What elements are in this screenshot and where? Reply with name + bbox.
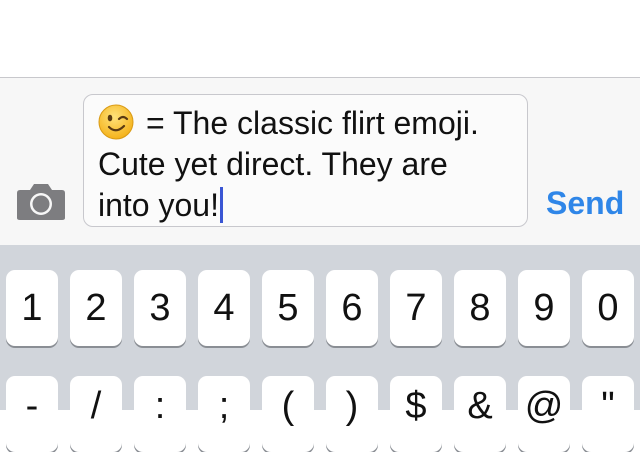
key-at[interactable]: @ <box>518 376 570 452</box>
key-5[interactable]: 5 <box>262 270 314 346</box>
key-dollar[interactable]: $ <box>390 376 442 452</box>
camera-icon <box>17 184 65 220</box>
key-4[interactable]: 4 <box>198 270 250 346</box>
message-line-1: = The classic flirt emoji. <box>146 105 479 141</box>
text-caret <box>219 187 223 223</box>
message-line-2: Cute yet direct. They are <box>98 146 448 182</box>
send-button[interactable]: Send <box>546 184 624 222</box>
key-semicolon[interactable]: ; <box>198 376 250 452</box>
conversation-area <box>0 0 640 78</box>
key-7[interactable]: 7 <box>390 270 442 346</box>
key-close-paren[interactable]: ) <box>326 376 378 452</box>
key-slash[interactable]: / <box>70 376 122 452</box>
key-6[interactable]: 6 <box>326 270 378 346</box>
message-input[interactable]: = The classic flirt emoji. Cute yet dire… <box>83 94 528 227</box>
key-3[interactable]: 3 <box>134 270 186 346</box>
key-colon[interactable]: : <box>134 376 186 452</box>
key-0[interactable]: 0 <box>582 270 634 346</box>
key-open-paren[interactable]: ( <box>262 376 314 452</box>
key-2[interactable]: 2 <box>70 270 122 346</box>
message-line-3: into you! <box>98 187 219 223</box>
key-1[interactable]: 1 <box>6 270 58 346</box>
key-8[interactable]: 8 <box>454 270 506 346</box>
key-ampersand[interactable]: & <box>454 376 506 452</box>
camera-button[interactable] <box>16 183 66 221</box>
key-9[interactable]: 9 <box>518 270 570 346</box>
winking-face-icon <box>98 104 134 140</box>
key-hyphen[interactable]: - <box>6 376 58 452</box>
key-quote[interactable]: " <box>582 376 634 452</box>
